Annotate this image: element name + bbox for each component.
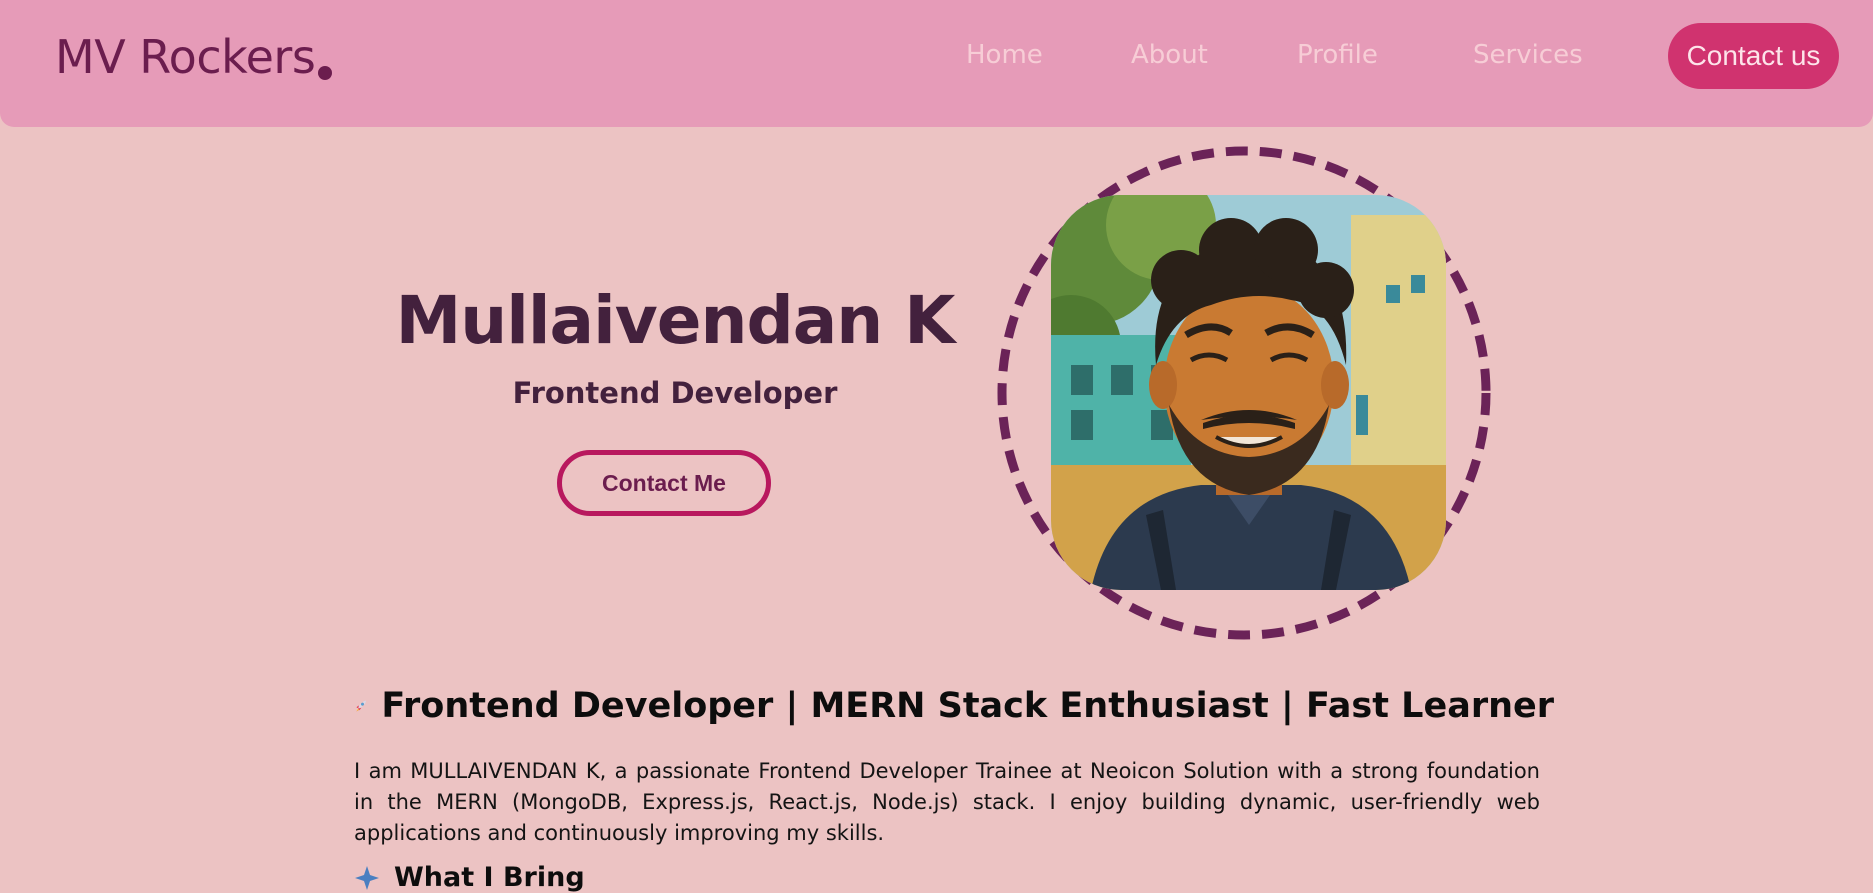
hero-name: Mullaivendan K (395, 282, 956, 359)
contact-me-button[interactable]: Contact Me (557, 450, 771, 516)
about-paragraph: I am MULLAIVENDAN K, a passionate Fronte… (354, 759, 1540, 845)
brand-dot (318, 66, 332, 80)
nav-link-profile[interactable]: Profile (1297, 40, 1378, 70)
contact-us-button[interactable]: Contact us (1668, 23, 1839, 89)
avatar-illustration-icon (1051, 195, 1446, 590)
nav-link-home[interactable]: Home (966, 40, 1043, 70)
rocket-icon (356, 700, 367, 712)
nav-link-services[interactable]: Services (1473, 40, 1583, 70)
nav-link-about[interactable]: About (1131, 40, 1208, 70)
tagline-heading: Frontend Developer | MERN Stack Enthusia… (354, 684, 1554, 728)
hero-role: Frontend Developer (512, 376, 838, 410)
tagline-text: Frontend Developer | MERN Stack Enthusia… (381, 686, 1554, 726)
avatar (1051, 195, 1446, 590)
sparkle-icon (355, 865, 379, 890)
what-i-bring-text: What I Bring (394, 862, 585, 893)
what-i-bring-heading: What I Bring (354, 862, 585, 893)
navbar: MV Rockers Home About Profile Services C… (0, 0, 1873, 127)
brand-logo[interactable]: MV Rockers (55, 30, 316, 84)
